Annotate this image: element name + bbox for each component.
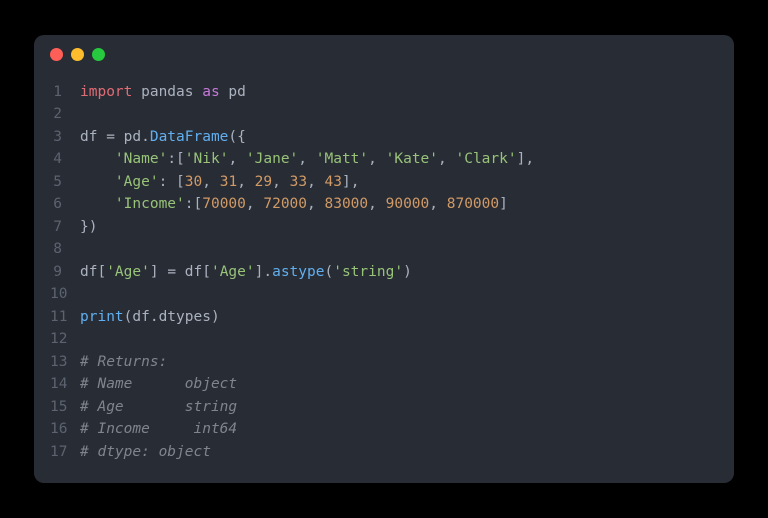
code-line: 1import pandas as pd bbox=[34, 81, 734, 103]
line-number: 9 bbox=[50, 261, 80, 283]
code-line: 11print(df.dtypes) bbox=[34, 306, 734, 328]
code-content: df = pd.DataFrame({ bbox=[80, 126, 246, 148]
line-number: 1 bbox=[50, 81, 80, 103]
line-number: 10 bbox=[50, 283, 80, 305]
line-number: 13 bbox=[50, 351, 80, 373]
minimize-icon[interactable] bbox=[71, 48, 84, 61]
code-content: print(df.dtypes) bbox=[80, 306, 220, 328]
code-line: 9df['Age'] = df['Age'].astype('string') bbox=[34, 261, 734, 283]
code-editor[interactable]: 1import pandas as pd23df = pd.DataFrame(… bbox=[34, 73, 734, 479]
line-number: 8 bbox=[50, 238, 80, 260]
line-number: 12 bbox=[50, 328, 80, 350]
code-line: 12 bbox=[34, 328, 734, 350]
code-content: import pandas as pd bbox=[80, 81, 246, 103]
line-number: 16 bbox=[50, 418, 80, 440]
code-content: # Returns: bbox=[80, 351, 167, 373]
code-line: 14# Name object bbox=[34, 373, 734, 395]
code-line: 17# dtype: object bbox=[34, 441, 734, 463]
code-content: # Name object bbox=[80, 373, 237, 395]
code-content: # Income int64 bbox=[80, 418, 237, 440]
title-bar bbox=[34, 35, 734, 73]
line-number: 17 bbox=[50, 441, 80, 463]
line-number: 11 bbox=[50, 306, 80, 328]
code-content: 'Age': [30, 31, 29, 33, 43], bbox=[80, 171, 359, 193]
line-number: 4 bbox=[50, 148, 80, 170]
code-line: 2 bbox=[34, 103, 734, 125]
code-line: 8 bbox=[34, 238, 734, 260]
code-line: 7}) bbox=[34, 216, 734, 238]
line-number: 3 bbox=[50, 126, 80, 148]
close-icon[interactable] bbox=[50, 48, 63, 61]
editor-window: 1import pandas as pd23df = pd.DataFrame(… bbox=[34, 35, 734, 483]
code-line: 3df = pd.DataFrame({ bbox=[34, 126, 734, 148]
line-number: 2 bbox=[50, 103, 80, 125]
code-line: 15# Age string bbox=[34, 396, 734, 418]
code-line: 6 'Income':[70000, 72000, 83000, 90000, … bbox=[34, 193, 734, 215]
code-content: # Age string bbox=[80, 396, 237, 418]
code-content: df['Age'] = df['Age'].astype('string') bbox=[80, 261, 412, 283]
code-line: 5 'Age': [30, 31, 29, 33, 43], bbox=[34, 171, 734, 193]
maximize-icon[interactable] bbox=[92, 48, 105, 61]
line-number: 15 bbox=[50, 396, 80, 418]
line-number: 6 bbox=[50, 193, 80, 215]
code-line: 13# Returns: bbox=[34, 351, 734, 373]
code-content: 'Income':[70000, 72000, 83000, 90000, 87… bbox=[80, 193, 508, 215]
code-line: 4 'Name':['Nik', 'Jane', 'Matt', 'Kate',… bbox=[34, 148, 734, 170]
code-line: 10 bbox=[34, 283, 734, 305]
code-content: 'Name':['Nik', 'Jane', 'Matt', 'Kate', '… bbox=[80, 148, 534, 170]
line-number: 5 bbox=[50, 171, 80, 193]
code-content: }) bbox=[80, 216, 97, 238]
line-number: 7 bbox=[50, 216, 80, 238]
code-content: # dtype: object bbox=[80, 441, 211, 463]
code-line: 16# Income int64 bbox=[34, 418, 734, 440]
line-number: 14 bbox=[50, 373, 80, 395]
